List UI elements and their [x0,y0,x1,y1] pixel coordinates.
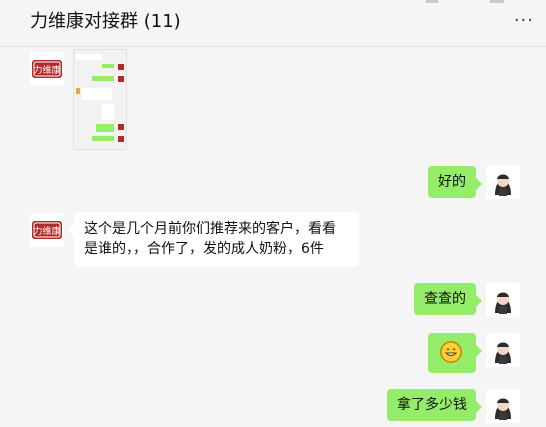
user-avatar-icon [486,283,520,317]
message-text: 好的 [438,174,466,190]
brand-logo-icon: 力维康 [30,213,64,247]
avatar-user[interactable] [486,389,520,423]
window-control-mark [490,0,504,3]
grinning-face-detail [440,341,462,363]
message-text: 拿了多少钱 [397,397,467,413]
avatar-user[interactable] [486,165,520,199]
brand-logo-text: 力维康 [33,64,60,76]
user-avatar-icon [486,389,520,423]
message-bubble-right[interactable]: 好的 [428,166,482,198]
message-bubble-left[interactable]: 这个是几个月前你们推荐来的客户，看看是谁的，，合作了，发的成人奶粉，6件 [68,212,359,267]
chat-header: 力维康对接群 (11) ··· [0,0,546,47]
avatar-user[interactable] [486,283,520,317]
image-message-thumbnail[interactable] [73,49,127,150]
avatar-brand[interactable]: 力维康 [30,52,64,86]
brand-logo-icon: 力维康 [30,52,64,86]
user-avatar-icon [486,165,520,199]
chat-title: 力维康对接群 (11) [30,11,181,32]
brand-logo-text: 力维康 [33,225,60,237]
user-avatar-icon [486,333,520,367]
chat-screenshot-image [74,50,126,149]
avatar-brand[interactable]: 力维康 [30,213,64,247]
more-icon[interactable]: ··· [514,10,534,31]
message-bubble-right[interactable]: 拿了多少钱 [387,389,482,421]
message-bubble-right[interactable]: 😄 [428,333,482,373]
message-text: 查查的 [424,291,466,307]
avatar-user[interactable] [486,333,520,367]
message-bubble-right[interactable]: 查查的 [414,283,482,315]
window-control-mark [426,0,438,3]
message-text: 这个是几个月前你们推荐来的客户，看看是谁的，，合作了，发的成人奶粉，6件 [84,221,336,257]
